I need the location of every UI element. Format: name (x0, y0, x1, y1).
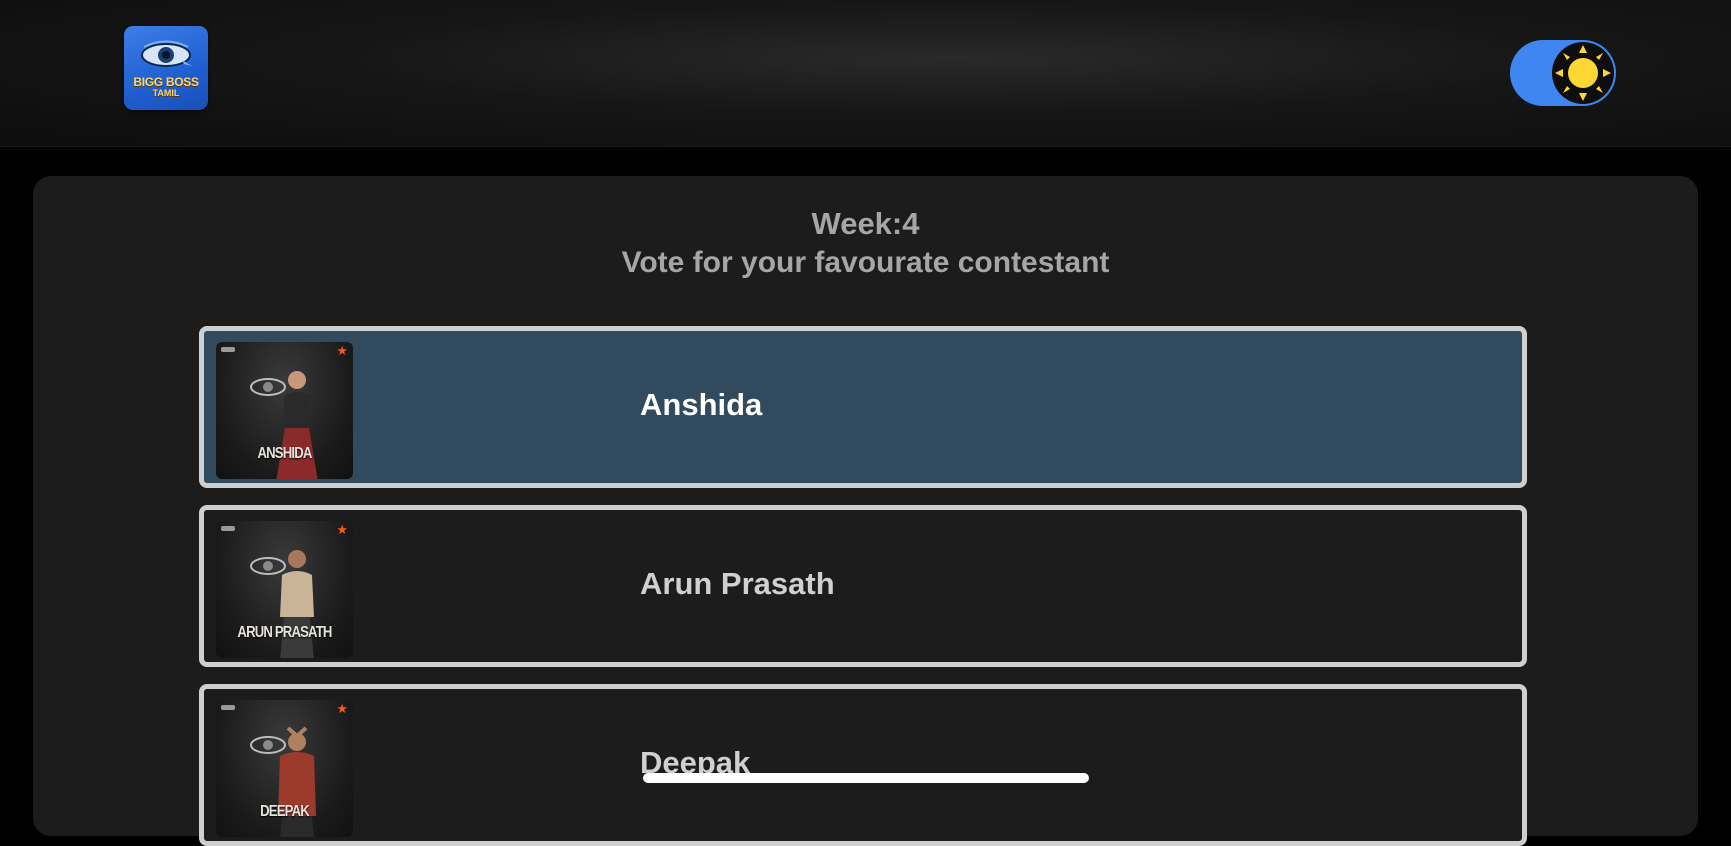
bigg-boss-eye-icon (141, 40, 192, 67)
app-header: BIGG BOSS TAMIL (0, 0, 1731, 147)
contestant-photo: ★ ARUN PRASATH (216, 521, 353, 658)
logo-title: BIGG BOSS (133, 75, 199, 89)
contestant-photo: ★ ANSHIDA (216, 342, 353, 479)
contestant-option-deepak[interactable]: ★ DEEPAK Deepak (199, 684, 1527, 846)
star-icon: ★ (336, 523, 348, 538)
contestant-name: Anshida (640, 387, 763, 422)
contestant-name: Arun Prasath (640, 566, 835, 601)
photo-caption: DEEPAK (260, 803, 310, 820)
photo-caption: ANSHIDA (257, 445, 312, 462)
brand-logo-icon (221, 705, 235, 710)
contestant-photo: ★ DEEPAK (216, 700, 353, 837)
star-icon: ★ (336, 344, 348, 359)
photo-caption: ARUN PRASATH (237, 624, 332, 641)
home-indicator[interactable] (643, 773, 1089, 783)
brand-logo-icon (221, 347, 235, 352)
contestant-option-arun-prasath[interactable]: ★ ARUN PRASATH Arun Prasath (199, 505, 1527, 667)
logo-subtitle: TAMIL (152, 88, 180, 98)
week-title: Week:4 (811, 206, 920, 241)
vote-subtitle: Vote for your favourate contestant (621, 246, 1110, 279)
theme-toggle[interactable] (1510, 40, 1616, 106)
brand-logo-icon (221, 526, 235, 531)
voting-card: Week:4 Vote for your favourate contestan… (33, 176, 1698, 846)
contestant-option-anshida[interactable]: ★ ANSHIDA Anshida (199, 326, 1527, 488)
app-logo[interactable]: BIGG BOSS TAMIL (124, 26, 208, 110)
toggle-knob (1552, 42, 1614, 104)
star-icon: ★ (336, 702, 348, 717)
sun-icon (1555, 45, 1611, 101)
